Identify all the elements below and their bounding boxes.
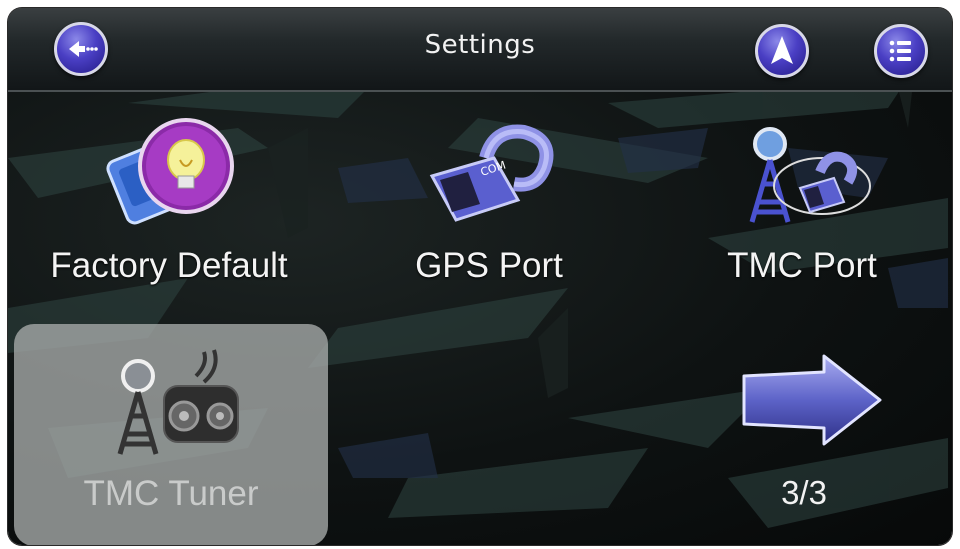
- tile-tmc-tuner[interactable]: TMC Tuner: [14, 324, 328, 545]
- page-title: Settings: [424, 30, 536, 60]
- com-port-plug-icon: COM: [429, 124, 554, 222]
- list-menu-icon: [889, 40, 911, 62]
- tmc-antenna-radio-icon: [117, 349, 239, 455]
- tmc-antenna-plug-icon: [749, 127, 871, 223]
- next-page-arrow-icon[interactable]: [738, 352, 888, 448]
- back-button[interactable]: [54, 22, 108, 76]
- settings-screen: Settings Factory Default COM GPS Port TM…: [8, 8, 952, 545]
- tile-label: TMC Tuner: [83, 474, 259, 513]
- back-arrow-icon: [69, 41, 98, 57]
- tile-gps-port[interactable]: COM GPS Port: [354, 112, 624, 302]
- tile-label: Factory Default: [50, 246, 288, 285]
- navigation-arrow-icon: [771, 36, 793, 64]
- header-bar: Settings: [8, 8, 952, 92]
- factory-default-lightbulb-icon: [106, 118, 234, 225]
- page-indicator: 3/3: [781, 474, 827, 511]
- tile-tmc-port[interactable]: TMC Port: [662, 112, 942, 302]
- menu-button[interactable]: [874, 24, 928, 78]
- tile-factory-default[interactable]: Factory Default: [14, 112, 324, 302]
- tile-label: TMC Port: [727, 246, 877, 285]
- navigate-button[interactable]: [755, 24, 809, 78]
- tile-label: GPS Port: [415, 246, 563, 285]
